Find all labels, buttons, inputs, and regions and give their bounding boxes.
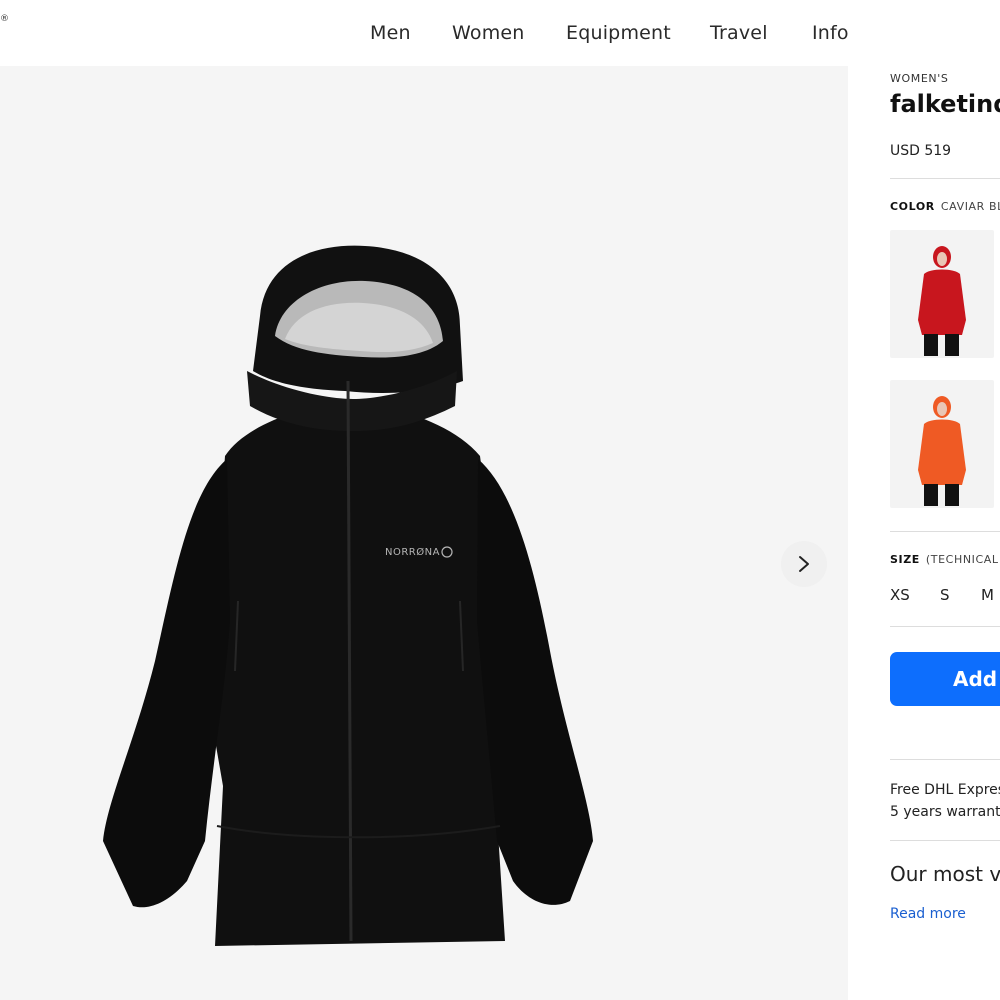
swatch-thumbnail-orange <box>918 396 966 506</box>
color-swatch-red[interactable] <box>890 230 994 358</box>
nav-item-info[interactable]: Info <box>812 22 849 44</box>
add-to-cart-button[interactable]: Add t <box>890 652 1000 706</box>
product-title: falketind <box>890 90 1000 118</box>
color-value: CAVIAR BL <box>940 200 1000 213</box>
brand-logo-text: NORRØNA <box>385 546 440 558</box>
chevron-right-icon <box>799 556 809 572</box>
nav-item-women[interactable]: Women <box>452 22 525 44</box>
color-row: COLOR CAVIAR BL <box>890 200 1000 213</box>
divider <box>890 178 1000 179</box>
product-description: Our most ve <box>890 862 1000 886</box>
nav-item-travel[interactable]: Travel <box>710 22 768 44</box>
color-label: COLOR <box>890 200 935 213</box>
divider <box>890 626 1000 627</box>
divider <box>890 759 1000 760</box>
read-more-link[interactable]: Read more <box>890 906 966 922</box>
product-image-gallery: NORRØNA <box>0 66 848 1000</box>
size-option-xs[interactable]: XS <box>890 586 910 604</box>
product-price: USD 519 <box>890 143 952 159</box>
size-row: SIZE (TECHNICAL <box>890 553 999 566</box>
swatch-thumbnail-red <box>918 246 966 356</box>
warranty-info: 5 years warrant <box>890 804 1000 820</box>
size-note: (TECHNICAL <box>925 553 999 566</box>
product-details-panel: WOMEN'S falketind USD 519 COLOR CAVIAR BL <box>848 66 1000 1000</box>
product-category: WOMEN'S <box>890 72 949 85</box>
shipping-info: Free DHL Expres <box>890 782 1000 798</box>
size-option-m[interactable]: M <box>981 586 994 604</box>
color-swatch-orange[interactable] <box>890 380 994 508</box>
nav-item-equipment[interactable]: Equipment <box>566 22 671 44</box>
main-nav: Men Women Equipment Travel Info <box>0 22 1000 48</box>
nav-item-men[interactable]: Men <box>370 22 411 44</box>
divider <box>890 840 1000 841</box>
divider <box>890 531 1000 532</box>
size-option-s[interactable]: S <box>940 586 950 604</box>
site-header: ® Men Women Equipment Travel Info <box>0 0 1000 66</box>
product-image-jacket: NORRØNA <box>103 245 593 946</box>
next-image-button[interactable] <box>781 541 827 587</box>
size-label: SIZE <box>890 553 920 566</box>
